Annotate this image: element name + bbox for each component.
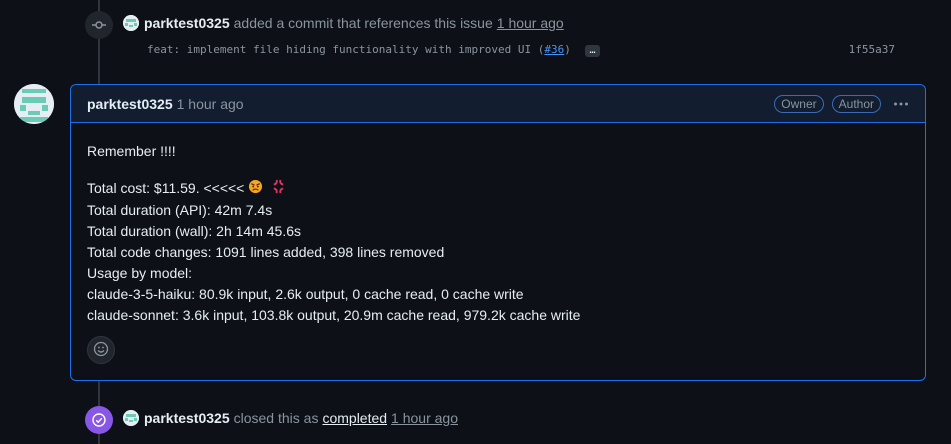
issue-closed-icon xyxy=(85,406,113,434)
comment-time[interactable]: 1 hour ago xyxy=(177,96,244,112)
git-commit-icon xyxy=(85,11,113,39)
comment-header: parktest0325 1 hour ago Owner Author xyxy=(71,85,925,123)
comment-line: Usage by model: xyxy=(87,264,193,281)
owner-badge: Owner xyxy=(774,94,824,113)
comment-line: Total duration (wall): 2h 14m 45.6s xyxy=(87,222,301,239)
event-action: closed this as xyxy=(233,410,319,426)
avatar[interactable] xyxy=(14,84,54,124)
anger-symbol-icon xyxy=(271,179,286,200)
expand-commit-button[interactable]: … xyxy=(585,45,600,57)
completed-link[interactable]: completed xyxy=(322,410,387,426)
author-link[interactable]: parktest0325 xyxy=(144,15,230,31)
add-reaction-button[interactable] xyxy=(87,336,115,364)
comment-line: claude-3-5-haiku: 80.9k input, 2.6k outp… xyxy=(87,285,524,302)
avatar[interactable] xyxy=(123,410,139,426)
commit-event: parktest0325 added a commit that referen… xyxy=(123,15,564,31)
commit-row: feat: implement file hiding functionalit… xyxy=(147,43,895,57)
comment-box: parktest0325 1 hour ago Owner Author Rem… xyxy=(70,84,926,381)
comment-line: claude-sonnet: 3.6k input, 103.8k output… xyxy=(87,306,581,323)
commit-sha[interactable]: 1f55a37 xyxy=(849,43,895,56)
commit-message[interactable]: feat: implement file hiding functionalit… xyxy=(147,43,544,56)
comment-author[interactable]: parktest0325 xyxy=(87,96,173,112)
kebab-horizontal-icon[interactable] xyxy=(893,96,909,112)
comment-line: Total cost: $11.59. <<<<< xyxy=(87,178,909,200)
event-action: added a commit that references this issu… xyxy=(233,15,493,31)
author-link[interactable]: parktest0325 xyxy=(144,410,230,426)
event-time[interactable]: 1 hour ago xyxy=(391,410,458,426)
avatar[interactable] xyxy=(123,15,139,31)
comment-line: Remember !!!! xyxy=(87,143,176,159)
closed-event: parktest0325 closed this as completed 1 … xyxy=(123,410,458,426)
cost-text: Total cost: $11.59. <<<<< xyxy=(87,180,249,196)
comment-line: Total duration (API): 42m 7.4s xyxy=(87,201,273,218)
event-time[interactable]: 1 hour ago xyxy=(497,15,564,31)
author-badge: Author xyxy=(831,94,881,113)
issue-ref-link[interactable]: #36 xyxy=(544,43,564,56)
comment-body: Remember !!!! Total cost: $11.59. <<<<< xyxy=(71,123,925,326)
smiley-icon xyxy=(93,341,109,360)
commit-message-suffix: ) xyxy=(564,43,571,56)
comment-line: Total code changes: 1091 lines added, 39… xyxy=(87,243,445,260)
angry-face-icon xyxy=(248,179,263,200)
